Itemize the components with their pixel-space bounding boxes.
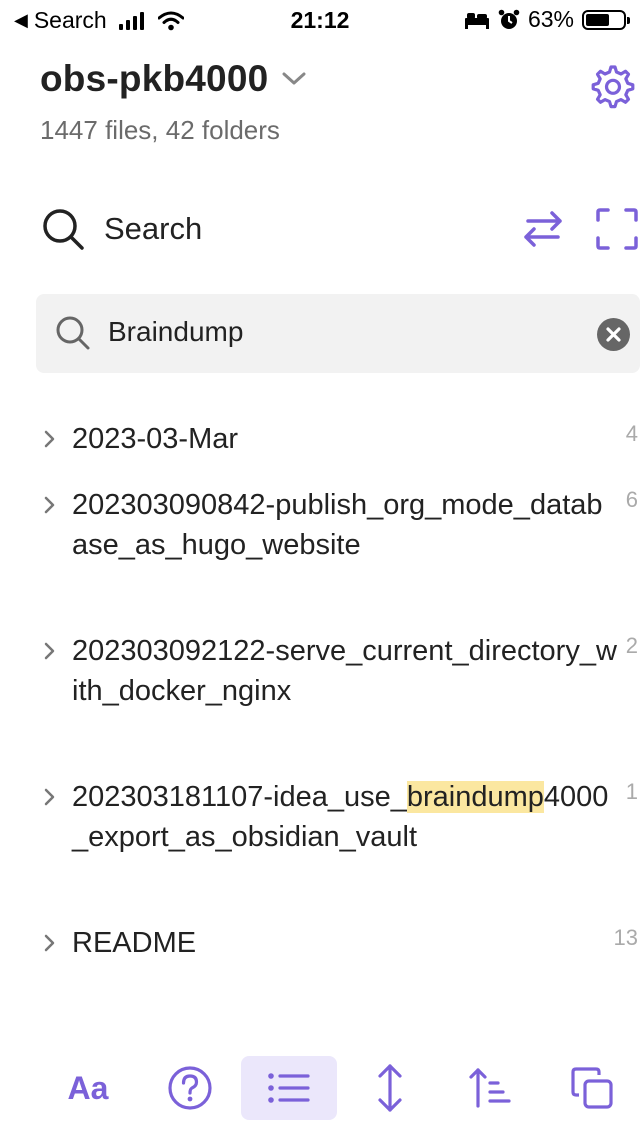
help-button[interactable]: [142, 1056, 238, 1120]
search-input[interactable]: Braindump: [36, 294, 640, 373]
result-title[interactable]: 202303092122-serve_current_directory_wit…: [72, 631, 618, 711]
vault-switcher[interactable]: obs-pkb4000: [40, 58, 306, 100]
chevron-down-icon: [282, 72, 306, 85]
match-count: 6: [625, 487, 638, 512]
vault-name: obs-pkb4000: [40, 58, 269, 99]
sort-icon: [469, 1068, 511, 1108]
list-icon: [268, 1073, 310, 1103]
expand-button[interactable]: [342, 1056, 438, 1120]
swap-icon[interactable]: [520, 206, 566, 252]
close-icon: [606, 327, 621, 342]
status-right: 63%: [464, 6, 630, 33]
bed-icon: [464, 12, 489, 29]
match-highlight: braindump: [406, 781, 544, 813]
sort-button[interactable]: [442, 1056, 538, 1120]
alarm-icon: [498, 9, 520, 29]
bottom-toolbar: Aa: [0, 1050, 640, 1130]
result-title[interactable]: 202303181107-idea_use_braindump4000_expo…: [72, 777, 618, 857]
result-title[interactable]: README: [72, 923, 618, 963]
chevron-right-icon[interactable]: [40, 429, 60, 449]
search-panel-title: Search: [104, 211, 203, 246]
copy-button[interactable]: [544, 1056, 640, 1120]
chevron-right-icon[interactable]: [40, 933, 60, 953]
result-title[interactable]: 2023-03-Mar: [72, 419, 618, 459]
expand-vertical-icon: [378, 1064, 402, 1112]
vault-stats: 1447 files, 42 folders: [40, 115, 280, 145]
list-view-button[interactable]: [241, 1056, 337, 1120]
battery-percent: 63%: [527, 6, 574, 32]
font-icon: Aa: [67, 1069, 109, 1106]
font-button[interactable]: Aa: [40, 1056, 136, 1120]
match-count: 2: [625, 633, 638, 658]
match-count: 4: [625, 421, 638, 446]
match-count: 1: [625, 779, 638, 804]
chevron-right-icon[interactable]: [40, 787, 60, 807]
search-panel-header: Search: [40, 206, 202, 252]
result-title[interactable]: 202303090842-publish_org_mode_database_a…: [72, 485, 618, 565]
battery-icon: [582, 9, 630, 30]
chevron-right-icon[interactable]: [40, 641, 60, 661]
match-count: 13: [613, 925, 638, 950]
search-icon: [43, 209, 84, 250]
battery-fill: [586, 13, 609, 26]
chevron-right-icon[interactable]: [40, 495, 60, 515]
status-bar: ◀ Search 21:12 63%: [0, 0, 640, 42]
gear-icon[interactable]: [590, 64, 636, 110]
search-query[interactable]: Braindump: [108, 316, 243, 348]
help-icon: [168, 1066, 212, 1110]
fullscreen-icon[interactable]: [594, 206, 640, 252]
copy-icon: [571, 1067, 613, 1109]
clear-search-button[interactable]: [597, 318, 630, 351]
search-icon: [56, 316, 90, 350]
